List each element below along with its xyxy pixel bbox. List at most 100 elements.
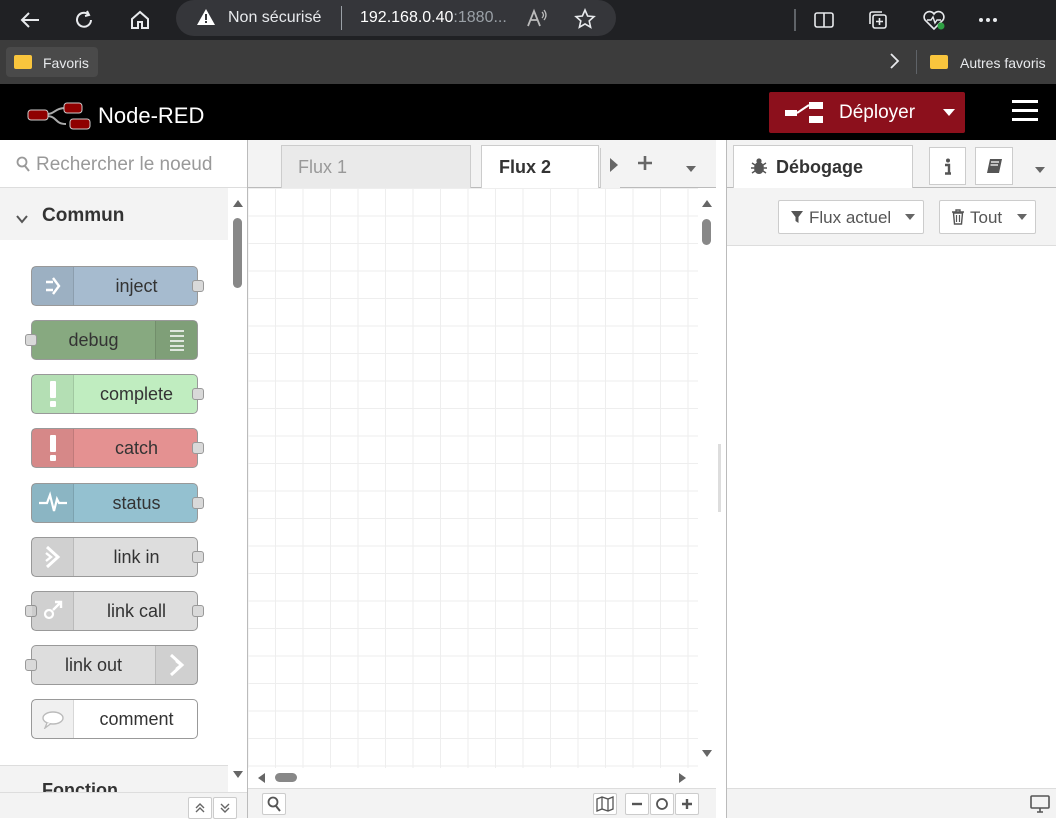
palette-search-input[interactable]: Rechercher le noeud [0,140,247,188]
flow-canvas[interactable] [248,188,716,788]
zoom-in-icon[interactable] [675,793,699,815]
output-port [192,280,204,292]
scroll-down-icon[interactable] [701,749,713,759]
palette-node-link-out[interactable]: link out [25,645,198,685]
node-label: link out [64,655,123,675]
palette-node-complete[interactable]: complete [31,374,204,414]
scrollbar-thumb[interactable] [233,218,242,288]
output-port [192,388,204,400]
search-placeholder: Rechercher le noeud [36,154,213,175]
tab-flux-2[interactable]: Flux 2 [481,145,599,189]
divider [794,9,796,31]
scroll-down-icon[interactable] [232,770,244,780]
address-bar[interactable]: Non sécurisé 192.168.0.40:1880... [176,0,616,36]
zoom-reset-icon[interactable] [650,793,674,815]
deploy-icon [785,102,823,130]
favorite-star-icon[interactable] [574,7,596,35]
scroll-tabs-right-icon[interactable] [600,148,620,188]
palette-node-link-in[interactable]: link in [31,537,204,577]
expand-all-icon[interactable] [213,797,237,819]
scroll-left-icon[interactable] [256,772,266,784]
node-label: inject [115,276,158,296]
add-flow-icon[interactable] [636,154,654,177]
tab-help[interactable] [975,147,1013,185]
favorites-label: Favoris [43,55,89,71]
category-label: Commun [42,205,125,226]
url-text: 192.168.0.40:1880... [360,9,507,26]
tab-flux-1[interactable]: Flux 1 [281,145,471,189]
monitor-icon[interactable] [1030,795,1050,818]
palette-node-inject[interactable]: inject [31,266,204,306]
search-flows-icon[interactable] [262,793,286,815]
trash-icon [952,209,964,225]
app-header: Node-RED Déployer [0,84,1056,140]
main-menu-icon[interactable] [1012,100,1038,122]
sidebar-menu-icon[interactable] [1035,161,1045,179]
link-call-icon [32,592,74,630]
navigator-map-icon[interactable] [593,793,617,815]
sidebar-splitter[interactable] [716,140,726,818]
folder-icon [930,55,948,69]
canvas-vertical-scrollbar[interactable] [698,188,716,768]
favorites-button[interactable]: Favoris [6,47,98,77]
caret-down-icon[interactable] [943,109,955,116]
deploy-label: Déployer [839,102,916,123]
palette-node-comment[interactable]: comment [31,699,198,739]
canvas-grid[interactable] [248,188,698,768]
palette-node-debug[interactable]: debug [25,320,198,360]
node-red-logo-icon [26,102,92,135]
home-icon[interactable] [124,4,156,36]
caret-down-icon [1017,214,1027,220]
palette-node-status[interactable]: status [31,483,204,523]
tab-debug[interactable]: Débogage [733,145,913,189]
scrollbar-thumb[interactable] [275,773,297,782]
tab-info[interactable] [929,147,966,185]
node-label: complete [99,384,174,404]
bug-icon [750,157,768,180]
splitter-handle[interactable] [718,444,721,512]
scrollbar-thumb[interactable] [702,219,711,245]
divider [341,6,342,30]
debug-messages-area[interactable] [727,246,1056,788]
sidebar: Débogage Flux actuel Tout [726,140,1056,818]
flows-menu-icon[interactable] [686,160,696,178]
clear-label: Tout [970,208,1003,227]
deploy-button[interactable]: Déployer [769,92,965,133]
palette-footer [0,792,247,819]
palette-node-catch[interactable]: catch [31,428,204,468]
palette-scrollbar[interactable] [228,188,247,792]
scroll-up-icon[interactable] [232,198,244,208]
split-screen-icon[interactable] [808,4,840,36]
refresh-icon[interactable] [68,4,100,36]
clear-all-button[interactable]: Tout [939,200,1036,234]
link-in-icon [32,538,74,576]
browser-essentials-icon[interactable] [918,4,950,36]
node-label: debug [68,330,119,350]
pulse-icon [32,484,74,522]
workspace-tabs: Flux 1 Flux 2 [248,140,716,189]
chevron-right-icon[interactable] [888,52,900,73]
collapse-all-icon[interactable] [188,797,212,819]
node-label: link in [113,547,160,567]
workspace-footer [248,788,716,818]
read-aloud-icon[interactable] [526,8,548,33]
book-icon [987,159,1002,173]
other-favorites-button[interactable]: Autres favoris [924,47,1056,77]
output-port [192,442,204,454]
palette-node-link-call[interactable]: link call [25,591,204,631]
sidebar-footer [727,788,1056,818]
node-palette: Rechercher le noeud Commun inject debug [0,140,248,819]
canvas-horizontal-scrollbar[interactable] [248,768,698,788]
zoom-out-icon[interactable] [625,793,649,815]
filter-current-flow-button[interactable]: Flux actuel [778,200,924,234]
more-options-icon[interactable] [972,4,1004,36]
category-header-function[interactable]: Fonction [0,765,228,793]
scroll-up-icon[interactable] [701,198,713,208]
category-header-common[interactable]: Commun [0,188,228,240]
app-title: Node-RED [98,103,205,128]
tab-label: Flux 2 [499,157,552,177]
warning-icon [196,8,216,31]
back-icon[interactable] [14,4,46,36]
collections-icon[interactable] [862,4,894,36]
scroll-right-icon[interactable] [678,772,688,784]
